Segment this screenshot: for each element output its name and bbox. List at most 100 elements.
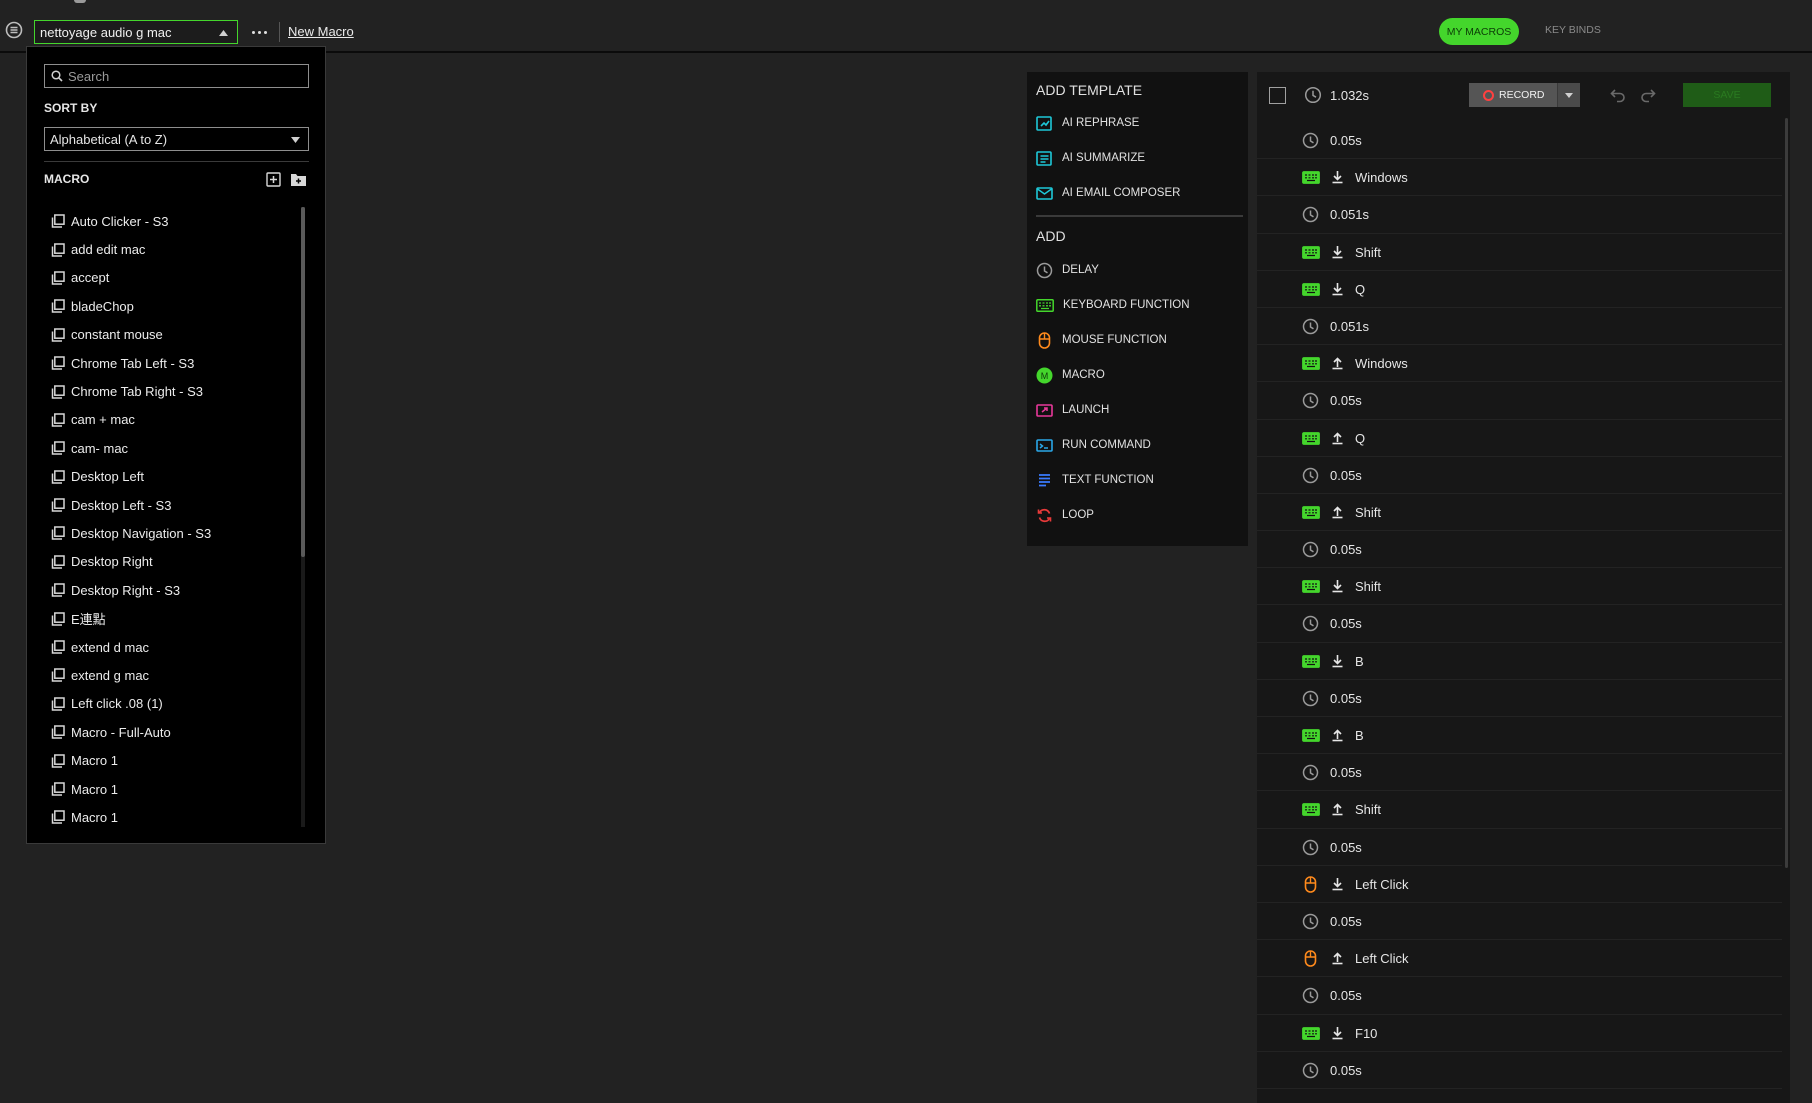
- macro-list-item[interactable]: bladeChop: [44, 292, 304, 320]
- step-label: Shift: [1355, 244, 1382, 260]
- macro-item-label: E連點: [71, 612, 106, 628]
- macro-list-item[interactable]: Macro 1: [44, 775, 304, 803]
- delay-step[interactable]: 0.05s: [1257, 457, 1782, 494]
- delay-step[interactable]: 0.05s: [1257, 903, 1782, 941]
- macro-list-item[interactable]: cam- mac: [44, 434, 304, 462]
- macro-list-item[interactable]: constant mouse: [44, 321, 304, 349]
- macro-list-item[interactable]: Auto Clicker - S3: [44, 207, 304, 235]
- macro-list-item[interactable]: Desktop Navigation - S3: [44, 519, 304, 547]
- macro-list-item[interactable]: Macro - Full-Auto: [44, 718, 304, 746]
- select-all-checkbox[interactable]: [1269, 87, 1286, 104]
- macro-list-item[interactable]: cam + mac: [44, 406, 304, 434]
- macro-list-item[interactable]: Left click .08 (1): [44, 690, 304, 718]
- add-delay-button[interactable]: DELAY: [1036, 257, 1241, 283]
- macro-item-label: Macro 1: [71, 781, 118, 797]
- new-folder-icon[interactable]: [290, 172, 307, 187]
- record-button[interactable]: RECORD: [1469, 83, 1580, 107]
- add-template-ai-rephrase[interactable]: AI REPHRASE: [1036, 110, 1241, 136]
- delay-step[interactable]: 0.05s: [1257, 1052, 1782, 1089]
- keyboard-step[interactable]: Shift: [1257, 568, 1782, 606]
- macro-list-item[interactable]: Chrome Tab Left - S3: [44, 349, 304, 377]
- macro-list-item[interactable]: Desktop Right - S3: [44, 576, 304, 604]
- macro-list-item[interactable]: accept: [44, 264, 304, 292]
- add-loop-button[interactable]: LOOP: [1036, 502, 1241, 528]
- macro-file-icon: [51, 697, 65, 711]
- step-label: 0.05s: [1330, 690, 1362, 706]
- delay-step[interactable]: 0.05s: [1257, 754, 1782, 792]
- macro-selector-dropdown[interactable]: nettoyage audio g mac: [34, 20, 238, 44]
- keyboard-step[interactable]: Shift: [1257, 234, 1782, 271]
- macro-file-icon: [51, 640, 65, 654]
- delay-step[interactable]: 0.05s: [1257, 977, 1782, 1015]
- macro-file-icon: [51, 725, 65, 739]
- add-keyboard-function-button[interactable]: KEYBOARD FUNCTION: [1036, 292, 1241, 318]
- steps-scrollbar[interactable]: [1785, 118, 1788, 868]
- keyboard-step[interactable]: Shift: [1257, 791, 1782, 829]
- keyboard-step[interactable]: B: [1257, 643, 1782, 680]
- keyboard-step[interactable]: Windows: [1257, 159, 1782, 197]
- sort-by-select[interactable]: Alphabetical (A to Z): [44, 127, 309, 151]
- tab-my-macros[interactable]: MY MACROS: [1439, 18, 1519, 45]
- redo-icon[interactable]: [1639, 86, 1657, 104]
- macro-list-item[interactable]: Desktop Left - S3: [44, 491, 304, 519]
- keyboard-step[interactable]: F10: [1257, 1015, 1782, 1052]
- keyboard-icon: [1302, 505, 1320, 519]
- clock-icon: [1302, 541, 1319, 558]
- macro-list-item[interactable]: Macro 1: [44, 803, 304, 827]
- keyboard-step[interactable]: Windows: [1257, 345, 1782, 383]
- key-up-arrow-icon: [1332, 729, 1343, 742]
- add-template-ai-summarize[interactable]: AI SUMMARIZE: [1036, 145, 1241, 171]
- add-text-function-button[interactable]: TEXT FUNCTION: [1036, 467, 1241, 493]
- clock-icon: [1302, 839, 1319, 855]
- clock-icon: [1302, 764, 1319, 781]
- record-main-button[interactable]: RECORD: [1469, 83, 1557, 107]
- delay-step[interactable]: 0.05s: [1257, 605, 1782, 643]
- save-button[interactable]: SAVE: [1683, 83, 1771, 107]
- delay-step[interactable]: 0.051s: [1257, 308, 1782, 346]
- macro-list-item[interactable]: extend d mac: [44, 633, 304, 661]
- add-item-label: RUN COMMAND: [1062, 439, 1151, 451]
- more-options-button[interactable]: [248, 22, 270, 42]
- delay-step[interactable]: 0.05s: [1257, 531, 1782, 569]
- mouse-step[interactable]: Left Click: [1257, 940, 1782, 978]
- tab-key-binds[interactable]: KEY BINDS: [1545, 24, 1601, 36]
- add-template-ai-email-composer[interactable]: AI EMAIL COMPOSER: [1036, 180, 1241, 206]
- mouse-step[interactable]: Left Click: [1257, 866, 1782, 903]
- delay-step[interactable]: 0.05s: [1257, 680, 1782, 717]
- mouse-icon: [1304, 875, 1317, 893]
- add-item-label: TEXT FUNCTION: [1062, 474, 1154, 486]
- delay-step[interactable]: 0.05s: [1257, 382, 1782, 420]
- keyboard-icon: [1036, 298, 1054, 312]
- add-run-command-button[interactable]: RUN COMMAND: [1036, 432, 1241, 458]
- divider: [44, 161, 309, 162]
- delay-step[interactable]: 0.05s: [1257, 829, 1782, 866]
- macro-app-icon[interactable]: [5, 21, 23, 39]
- search-field[interactable]: [44, 64, 309, 88]
- record-options-button[interactable]: [1557, 83, 1580, 107]
- delay-step[interactable]: 0.05s: [1257, 122, 1782, 160]
- macro-list-scrollbar[interactable]: [301, 207, 305, 827]
- macro-list-item[interactable]: add edit mac: [44, 235, 304, 263]
- add-mouse-function-button[interactable]: MOUSE FUNCTION: [1036, 327, 1241, 353]
- macro-list-item[interactable]: Chrome Tab Right - S3: [44, 377, 304, 405]
- add-macro-button[interactable]: M MACRO: [1036, 362, 1241, 388]
- keyboard-step[interactable]: Shift: [1257, 494, 1782, 532]
- add-item-label: DELAY: [1062, 264, 1099, 276]
- delay-step[interactable]: 0.051s: [1257, 196, 1782, 234]
- new-macro-link[interactable]: New Macro: [288, 24, 354, 39]
- add-launch-button[interactable]: LAUNCH: [1036, 397, 1241, 423]
- undo-icon[interactable]: [1609, 86, 1627, 104]
- macro-list-item[interactable]: Desktop Left: [44, 463, 304, 491]
- search-input[interactable]: [68, 68, 298, 84]
- macro-list-item[interactable]: Desktop Right: [44, 548, 304, 576]
- keyboard-step[interactable]: B: [1257, 717, 1782, 755]
- scrollbar-thumb[interactable]: [301, 207, 305, 557]
- keyboard-step[interactable]: Q: [1257, 271, 1782, 308]
- macro-list-item[interactable]: Macro 1: [44, 746, 304, 774]
- add-item-label: AI REPHRASE: [1062, 117, 1140, 129]
- macro-list-item[interactable]: extend g mac: [44, 661, 304, 689]
- keyboard-step[interactable]: Q: [1257, 420, 1782, 457]
- macro-list-item[interactable]: E連點: [44, 604, 304, 632]
- add-macro-icon[interactable]: [266, 172, 281, 187]
- clock-icon: [1302, 318, 1319, 335]
